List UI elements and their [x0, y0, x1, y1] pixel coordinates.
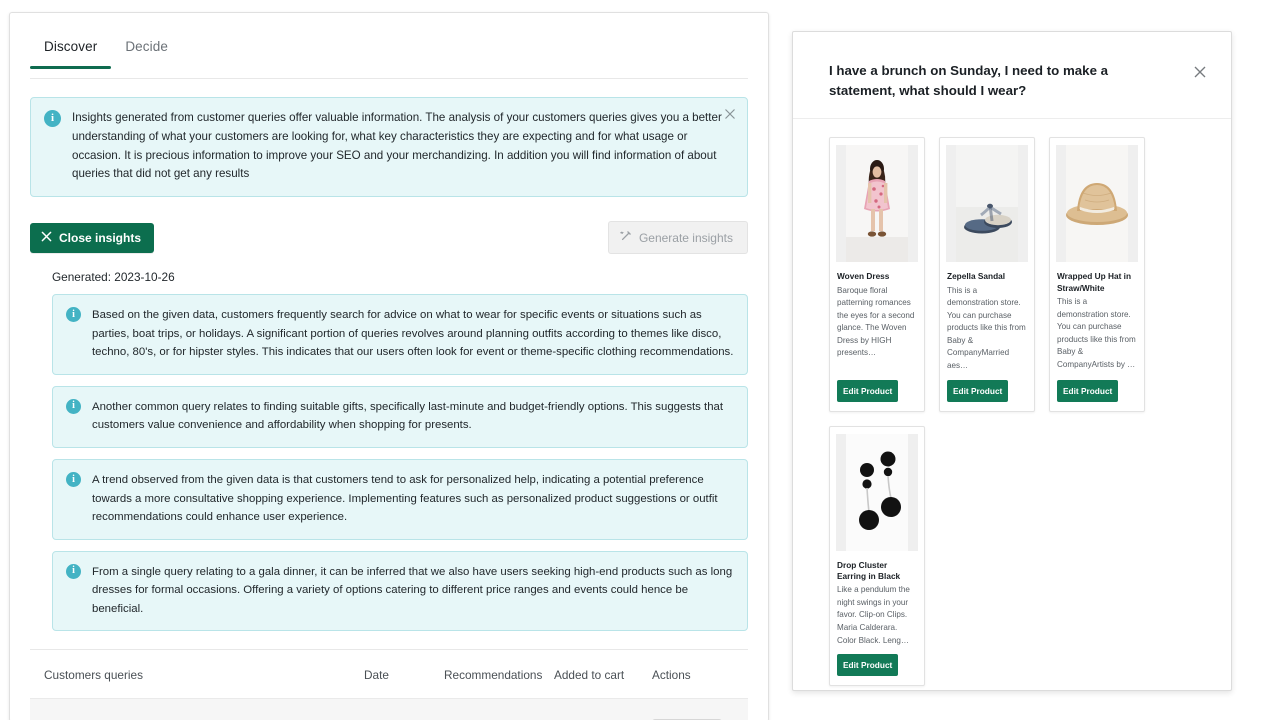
column-header-query: Customers queries	[30, 650, 360, 700]
info-banner: i Insights generated from customer queri…	[30, 97, 748, 198]
column-header-added-to-cart: Added to cart	[550, 650, 648, 700]
product-name: Wrapped Up Hat in Straw/White	[1057, 271, 1132, 293]
recommendations-modal: I have a brunch on Sunday, I need to mak…	[792, 31, 1232, 691]
insights-action-row: Close insights Generate insights	[30, 221, 748, 255]
edit-product-button[interactable]: Edit Product	[837, 654, 899, 677]
cell-actions: View	[648, 698, 748, 720]
edit-product-button[interactable]: Edit Product	[1057, 379, 1119, 402]
insight-item: i Based on the given data, customers fre…	[52, 294, 748, 375]
table-row[interactable]: I have a brunch on Sunday, I need to mak…	[30, 698, 748, 720]
info-banner-wrapper: i Insights generated from customer queri…	[30, 97, 748, 198]
close-x-icon	[41, 231, 52, 245]
cell-query: I have a brunch on Sunday, I need to mak…	[30, 698, 360, 720]
info-banner-text: Insights generated from customer queries…	[72, 111, 722, 181]
column-header-date: Date	[360, 650, 440, 700]
modal-header: I have a brunch on Sunday, I need to mak…	[793, 32, 1231, 120]
info-icon: i	[66, 307, 81, 323]
insight-text: From a single query relating to a gala d…	[92, 565, 733, 615]
close-icon[interactable]	[722, 106, 738, 122]
edit-product-button[interactable]: Edit Product	[947, 379, 1009, 402]
close-icon[interactable]	[1191, 63, 1209, 81]
insight-text: Based on the given data, customers frequ…	[92, 309, 734, 359]
generated-timestamp: Generated: 2023-10-26	[52, 270, 175, 285]
product-card[interactable]: Woven Dress Baroque floral patterning ro…	[829, 137, 925, 412]
info-icon: i	[66, 472, 81, 488]
product-description: Like a pendulum the night swings in your…	[837, 585, 910, 645]
tab-discover-label: Discover	[44, 39, 98, 54]
product-image-woven-dress	[836, 145, 918, 263]
insight-text: Another common query relates to finding …	[92, 400, 724, 432]
cell-date: 2023-10-26	[360, 698, 440, 720]
generate-insights-button[interactable]: Generate insights	[607, 221, 748, 255]
tab-bar: Discover Decide	[30, 35, 748, 79]
tab-decide-label: Decide	[125, 39, 168, 54]
product-image-straw-hat	[1056, 145, 1138, 263]
cell-added-to-cart: 0	[550, 698, 648, 720]
table-body: I have a brunch on Sunday, I need to mak…	[30, 698, 748, 720]
app-root: Discover Decide i Insights generated fro…	[0, 0, 1280, 720]
modal-title: I have a brunch on Sunday, I need to mak…	[829, 63, 1109, 98]
info-icon: i	[66, 398, 81, 414]
insight-text: A trend observed from the given data is …	[92, 474, 718, 524]
tab-decide[interactable]: Decide	[111, 35, 182, 68]
insights-list: i Based on the given data, customers fre…	[52, 294, 748, 632]
magic-wand-icon	[620, 230, 632, 245]
product-grid: Woven Dress Baroque floral patterning ro…	[793, 119, 1231, 687]
info-icon: i	[66, 563, 81, 579]
product-description: This is a demonstration store. You can p…	[947, 285, 1026, 370]
column-header-actions: Actions	[648, 650, 748, 700]
edit-product-button[interactable]: Edit Product	[837, 379, 899, 402]
customer-queries-table: Customers queries Date Recommendations A…	[30, 650, 748, 720]
product-description: Baroque floral patterning romances the e…	[837, 285, 915, 358]
info-icon: i	[44, 110, 61, 127]
generate-insights-label: Generate insights	[638, 230, 733, 245]
product-name: Drop Cluster Earring in Black	[837, 559, 901, 581]
product-name: Woven Dress	[837, 271, 890, 282]
product-card[interactable]: Wrapped Up Hat in Straw/White This is a …	[1049, 137, 1145, 412]
tab-discover[interactable]: Discover	[30, 35, 112, 69]
insight-item: i Another common query relates to findin…	[52, 385, 748, 449]
insight-item: i From a single query relating to a gala…	[52, 550, 748, 632]
table-header: Customers queries Date Recommendations A…	[30, 650, 748, 700]
insights-panel: Discover Decide i Insights generated fro…	[9, 12, 769, 720]
product-description: This is a demonstration store. You can p…	[1057, 297, 1136, 369]
product-image-zepella-sandal	[946, 145, 1028, 263]
product-name: Zepella Sandal	[947, 271, 1006, 282]
product-card[interactable]: Drop Cluster Earring in Black Like a pen…	[829, 425, 925, 687]
close-insights-button[interactable]: Close insights	[30, 222, 155, 253]
column-header-recommendations: Recommendations	[440, 650, 550, 700]
close-insights-label: Close insights	[59, 230, 142, 245]
product-image-drop-cluster-earring	[836, 433, 918, 551]
table-header-row: Customers queries Date Recommendations A…	[30, 650, 748, 700]
cell-recommendations: 4 Products	[440, 698, 550, 720]
insight-item: i A trend observed from the given data i…	[52, 459, 748, 540]
product-card[interactable]: Zepella Sandal This is a demonstration s…	[939, 137, 1035, 412]
